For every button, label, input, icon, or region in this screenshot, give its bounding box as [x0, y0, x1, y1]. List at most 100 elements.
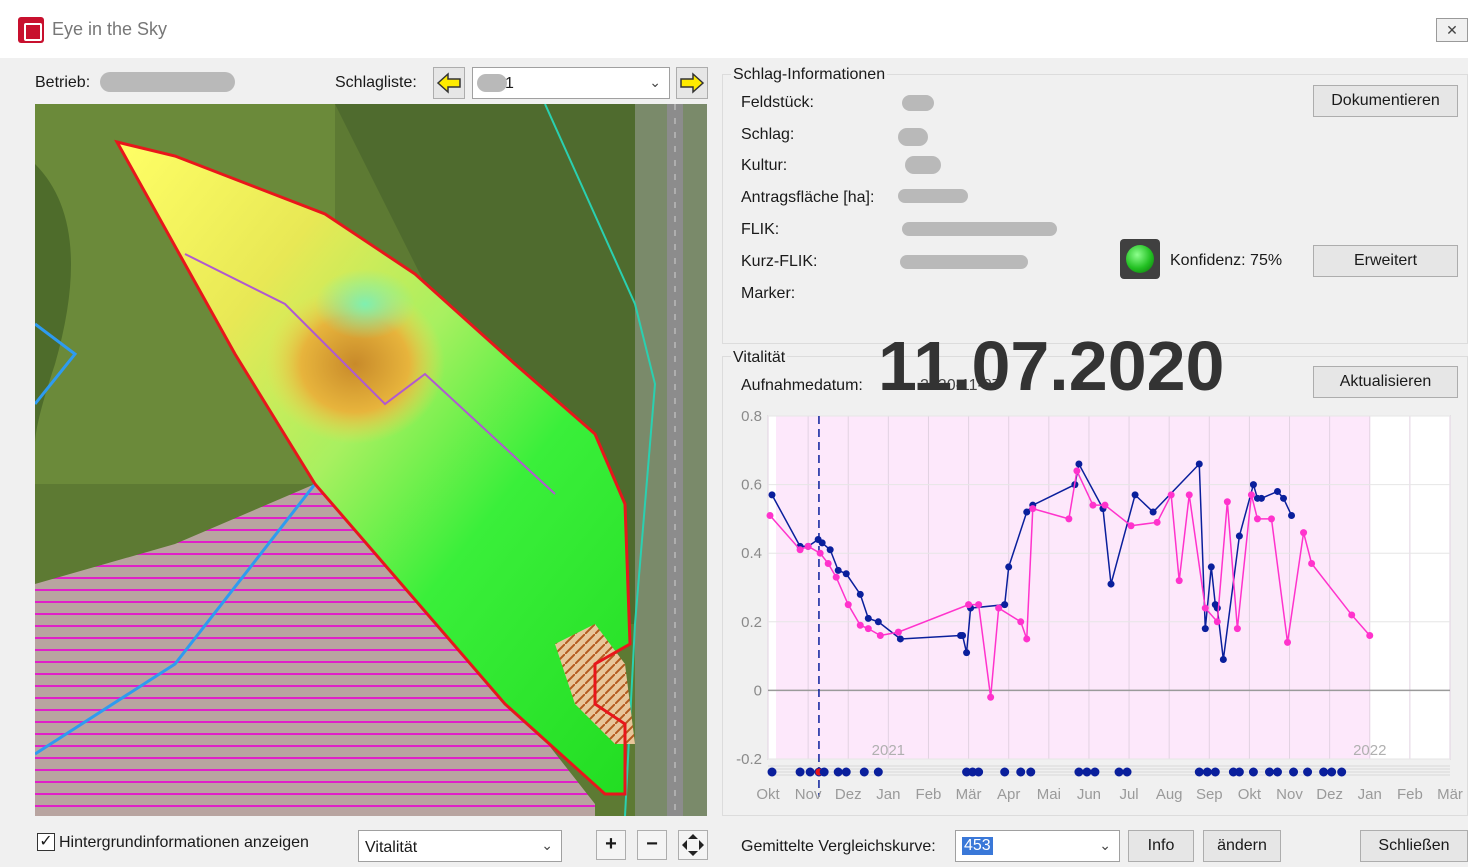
marker-label: Marker:: [741, 285, 796, 302]
dokumentieren-button[interactable]: Dokumentieren: [1313, 85, 1458, 117]
vergleichskurve-select[interactable]: 453 ⌄: [955, 830, 1120, 862]
vitalitaet-chart[interactable]: -0.2 0 0.2 0.4 0.6 0.8 2021 2022 Okt Nov Dez Jan Feb…: [728, 402, 1463, 812]
acquisition-marker: [833, 767, 843, 777]
data-point-0: [1257, 494, 1265, 502]
data-point-0: [818, 539, 826, 547]
data-point-1: [816, 549, 824, 557]
data-point-0: [1005, 563, 1013, 571]
data-point-1: [987, 693, 995, 701]
feldstueck-label: Feldstück:: [741, 94, 814, 111]
plus-icon: +: [605, 833, 617, 855]
data-point-1: [832, 573, 840, 581]
chevron-down-icon: ⌄: [1099, 837, 1111, 853]
close-button[interactable]: ✕: [1436, 18, 1468, 42]
acquisition-marker: [1114, 767, 1124, 777]
kurz-flik-value-redacted: [900, 255, 1028, 269]
schlag-selected-value: 1: [505, 75, 514, 92]
data-point-1: [1247, 491, 1255, 499]
data-point-0: [1149, 508, 1157, 516]
schlag-select[interactable]: 1 ⌄: [472, 67, 670, 99]
month-label: Mai: [1037, 786, 1061, 803]
month-label: Feb: [1397, 786, 1423, 803]
info-button[interactable]: Info: [1128, 830, 1194, 862]
chevron-down-icon: ⌄: [649, 74, 661, 90]
month-label: Mär: [956, 786, 982, 803]
data-point-1: [1253, 515, 1261, 523]
hintergrund-checkbox[interactable]: ✓: [37, 833, 55, 851]
acquisition-marker: [1327, 767, 1337, 777]
erweitert-button[interactable]: Erweitert: [1313, 245, 1458, 277]
data-point-1: [844, 601, 852, 609]
next-schlag-button[interactable]: [676, 67, 708, 99]
data-point-0: [1131, 491, 1139, 499]
month-label: Apr: [997, 786, 1020, 803]
month-label: Jun: [1077, 786, 1101, 803]
minus-icon: −: [646, 833, 658, 855]
schlag-value-redacted: [898, 128, 928, 146]
flik-value-redacted: [902, 222, 1057, 236]
vitalitaet-title: Vitalität: [731, 349, 788, 367]
data-point-1: [1029, 505, 1037, 513]
acquisition-marker: [1082, 767, 1092, 777]
y-tick-label: 0.4: [741, 545, 762, 562]
month-label: Feb: [916, 786, 942, 803]
big-date-overlay: 11.07.2020: [878, 327, 1225, 405]
data-point-0: [1288, 511, 1296, 519]
zoom-out-button[interactable]: −: [637, 830, 667, 860]
data-point-1: [1153, 518, 1161, 526]
data-point-0: [1219, 656, 1227, 664]
acquisition-marker: [795, 767, 805, 777]
acquisition-marker: [1234, 767, 1244, 777]
month-label: Okt: [756, 786, 780, 803]
data-point-1: [796, 546, 804, 554]
data-point-0: [1249, 481, 1257, 489]
data-point-0: [963, 649, 971, 657]
aktualisieren-button[interactable]: Aktualisieren: [1313, 366, 1458, 398]
month-label: Jan: [876, 786, 900, 803]
acquisition-marker: [1303, 767, 1313, 777]
kultur-value-redacted: [905, 156, 941, 174]
layer-select[interactable]: Vitalität ⌄: [358, 830, 562, 862]
schlag-info-title: Schlag-Informationen: [731, 66, 888, 84]
data-point-0: [1023, 508, 1031, 516]
acquisition-marker: [1337, 767, 1347, 777]
acquisition-marker: [873, 767, 883, 777]
data-point-1: [1348, 611, 1356, 619]
kurz-flik-label: Kurz-FLIK:: [741, 253, 818, 270]
data-point-1: [1201, 604, 1209, 612]
acquisition-marker: [805, 767, 815, 777]
data-point-1: [1267, 515, 1275, 523]
zoom-in-button[interactable]: +: [596, 830, 626, 860]
data-point-1: [1308, 559, 1316, 567]
y-tick-label: 0: [754, 682, 762, 699]
field-map[interactable]: [35, 104, 707, 816]
schlag-value-redacted: [477, 74, 507, 92]
data-point-0: [1075, 460, 1083, 468]
pan-arrows-icon: [682, 834, 704, 856]
layer-selected-value: Vitalität: [365, 839, 418, 856]
data-point-1: [975, 601, 983, 609]
acquisition-marker: [1264, 767, 1274, 777]
acquisition-marker: [1289, 767, 1299, 777]
schliessen-button[interactable]: Schließen: [1360, 830, 1468, 862]
data-point-1: [1366, 632, 1374, 640]
month-label: Aug: [1156, 786, 1183, 803]
data-point-1: [804, 542, 812, 550]
data-point-0: [864, 614, 872, 622]
konfidenz-text: Konfidenz: 75%: [1170, 252, 1283, 269]
data-point-1: [1223, 498, 1231, 506]
data-point-1: [766, 511, 774, 519]
y-tick-label: 0.8: [741, 408, 762, 425]
kultur-label: Kultur:: [741, 157, 788, 174]
previous-schlag-button[interactable]: [433, 67, 465, 99]
data-point-1: [864, 625, 872, 633]
acquisition-marker: [1272, 767, 1282, 777]
acquisition-marker: [1026, 767, 1036, 777]
acquisition-marker: [859, 767, 869, 777]
zoom-fit-button[interactable]: [678, 830, 708, 860]
data-point-1: [995, 604, 1003, 612]
aendern-button[interactable]: ändern: [1203, 830, 1281, 862]
data-point-1: [1023, 635, 1031, 643]
data-point-0: [842, 570, 850, 578]
acquisition-marker: [841, 767, 851, 777]
